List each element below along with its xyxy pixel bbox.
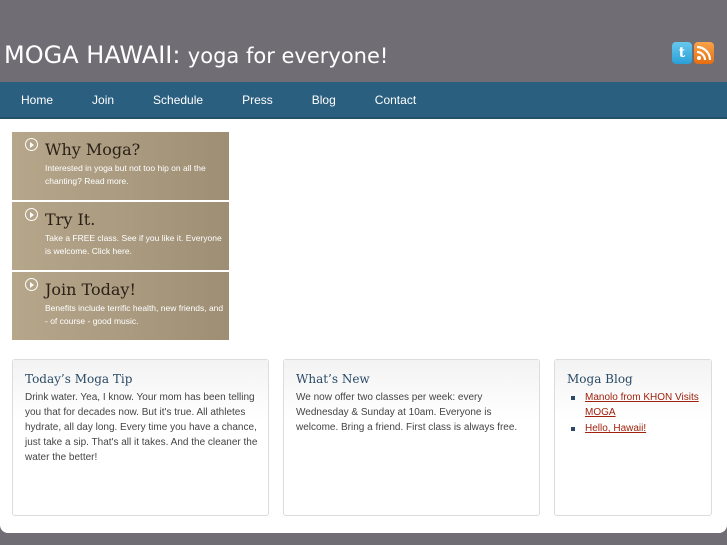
twitter-icon[interactable]: t: [672, 42, 692, 64]
whats-new-body: We now offer two classes per week: every…: [296, 392, 518, 433]
site-header: MOGA HAWAII: yoga for everyone! t: [0, 0, 727, 82]
nav-item-home[interactable]: Home: [0, 82, 71, 117]
site-brand[interactable]: MOGA HAWAII: yoga for everyone!: [4, 41, 388, 70]
feature-description: Benefits include terrific health, new fr…: [45, 303, 224, 326]
play-arrow-icon: [25, 138, 38, 151]
feature-title: Why Moga?: [45, 140, 141, 159]
list-item: Hello, Hawaii!: [567, 421, 705, 436]
nav-item-contact[interactable]: Contact: [354, 82, 434, 117]
blog-link-list: Manolo from KHON Visits MOGA Hello, Hawa…: [567, 390, 705, 436]
feature-title: Join Today!: [45, 280, 136, 299]
moga-tip-title: Today’s Moga Tip: [25, 372, 133, 386]
nav-item-schedule[interactable]: Schedule: [132, 82, 221, 117]
feature-why-moga[interactable]: Why Moga? Interested in yoga but not too…: [12, 132, 229, 200]
main-content: Why Moga? Interested in yoga but not too…: [0, 119, 727, 533]
play-arrow-icon: [25, 208, 38, 221]
nav-item-press[interactable]: Press: [221, 82, 291, 117]
moga-blog-box: Moga Blog Manolo from KHON Visits MOGA H…: [554, 359, 712, 516]
feature-description: Take a FREE class. See if you like it. E…: [45, 233, 222, 256]
rss-icon[interactable]: [694, 42, 714, 64]
blog-link[interactable]: Hello, Hawaii!: [585, 423, 646, 434]
feature-description: Interested in yoga but not too hip on al…: [45, 163, 206, 186]
main-nav: Home Join Schedule Press Blog Contact: [0, 82, 727, 119]
list-item: Manolo from KHON Visits MOGA: [567, 390, 705, 420]
nav-item-blog[interactable]: Blog: [291, 82, 354, 117]
feature-join-today[interactable]: Join Today! Benefits include terrific he…: [12, 272, 229, 340]
whats-new-title: What’s New: [296, 372, 370, 386]
social-links: t: [672, 42, 714, 64]
whats-new-box: What’s New We now offer two classes per …: [283, 359, 540, 516]
site-name: MOGA HAWAII:: [4, 41, 181, 69]
feature-title: Try It.: [45, 210, 96, 229]
play-arrow-icon: [25, 278, 38, 291]
moga-blog-title: Moga Blog: [567, 372, 633, 386]
site-tagline: yoga for everyone!: [187, 44, 389, 68]
feature-try-it[interactable]: Try It. Take a FREE class. See if you li…: [12, 202, 229, 270]
moga-tip-body: Drink water. Yea, I know. Your mom has b…: [25, 392, 258, 463]
moga-tip-box: Today’s Moga Tip Drink water. Yea, I kno…: [12, 359, 269, 516]
feature-panels: Why Moga? Interested in yoga but not too…: [12, 132, 229, 342]
blog-link[interactable]: Manolo from KHON Visits MOGA: [585, 392, 699, 418]
nav-item-join[interactable]: Join: [71, 82, 132, 117]
